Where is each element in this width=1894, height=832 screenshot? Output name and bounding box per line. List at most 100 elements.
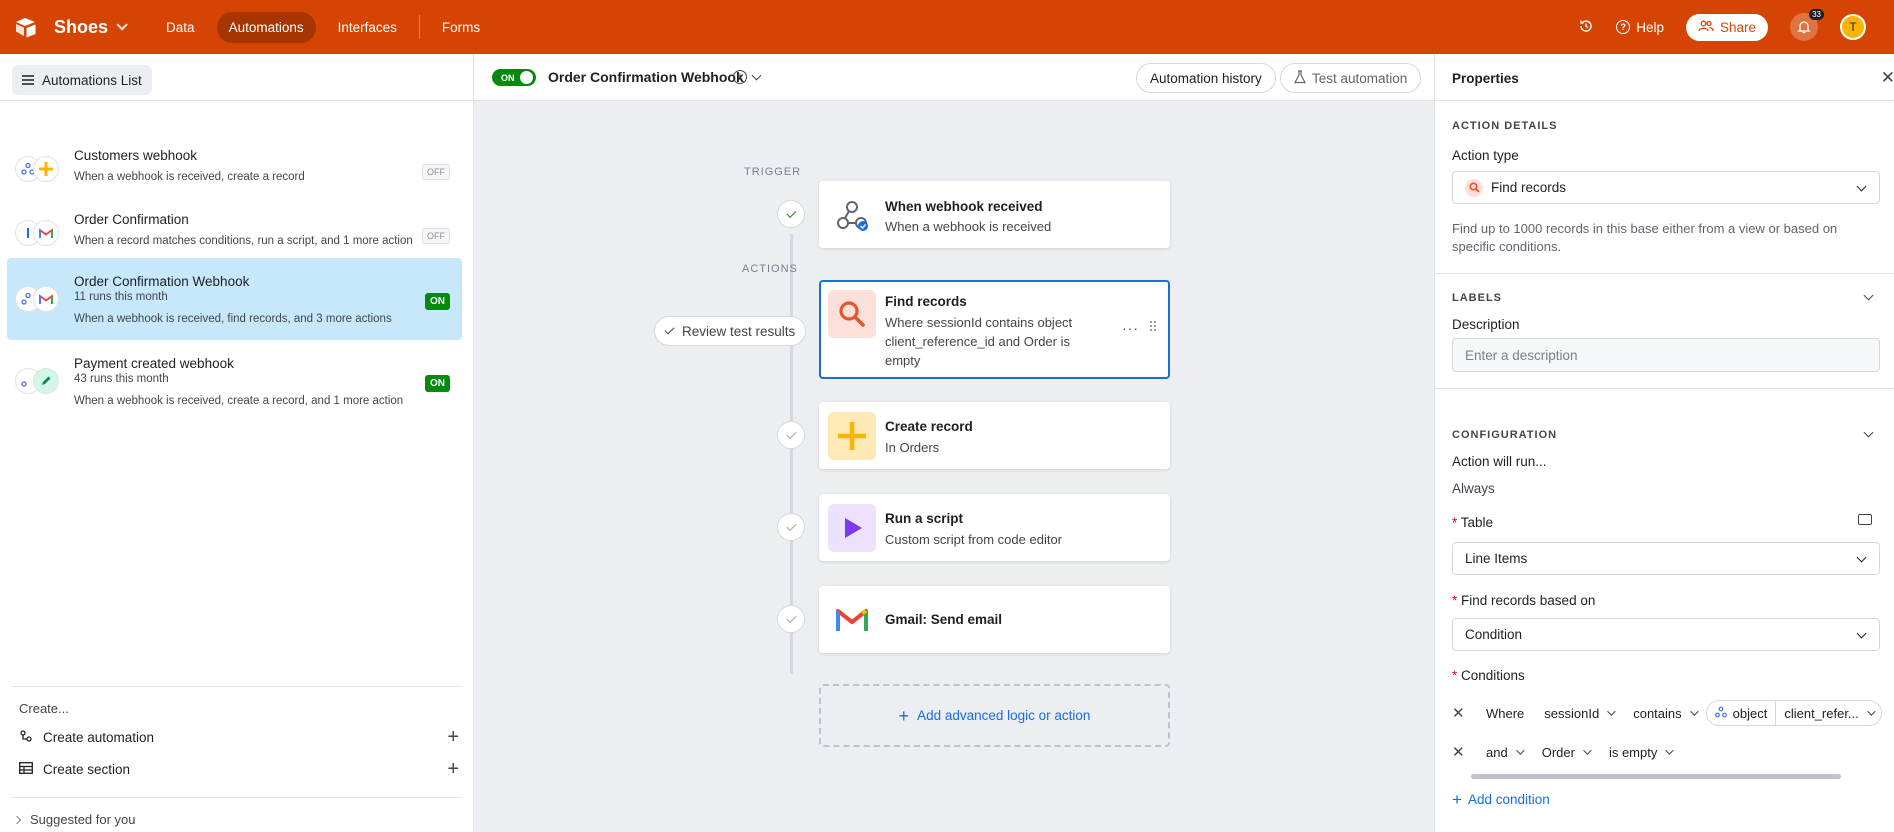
automation-item-description: When a webhook is received, find records… [74, 313, 392, 325]
plus-icon[interactable]: + [447, 759, 459, 779]
nav-tab-data[interactable]: Data [154, 12, 207, 43]
review-test-results-button[interactable]: Review test results [654, 316, 807, 346]
automation-item-order-confirmation-webhook[interactable]: Order Confirmation Webhook 11 runs this … [7, 258, 462, 340]
condition-operator-select[interactable]: is empty [1599, 739, 1681, 765]
toggle-knob [520, 71, 533, 84]
horizontal-scrollbar[interactable] [1471, 774, 1841, 779]
create-label: Create... [19, 701, 69, 716]
trigger-step-card[interactable]: When webhook received When a webhook is … [819, 181, 1170, 248]
add-advanced-logic-button[interactable]: + Add advanced logic or action [819, 684, 1170, 747]
step-title: Run a script [885, 511, 964, 526]
gmail-icon [828, 596, 876, 644]
properties-header: Properties ✕ [1435, 54, 1894, 101]
object-label: object [1732, 705, 1768, 721]
remove-condition-icon[interactable]: ✕ [1452, 704, 1476, 722]
condition-field-select[interactable]: Order [1532, 739, 1599, 765]
automation-menu-chevron-icon[interactable] [751, 70, 762, 81]
action-will-run-label: Action will run... [1452, 454, 1547, 469]
automation-on-toggle[interactable]: ON [492, 69, 536, 86]
table-icon [19, 761, 33, 777]
plus-icon[interactable]: + [447, 727, 459, 747]
test-automation-label: Test automation [1312, 70, 1408, 86]
action-will-run-value[interactable]: Always [1452, 481, 1495, 496]
gmail-send-email-step-card[interactable]: Gmail: Send email [819, 586, 1170, 653]
action-type-label: Action type [1452, 148, 1519, 163]
automation-item-title: Order Confirmation [74, 212, 189, 227]
create-section-button[interactable]: Create section + [19, 757, 459, 781]
plus-icon: + [898, 705, 910, 726]
action-type-select[interactable]: Find records [1452, 171, 1880, 204]
field-name: Order [1541, 744, 1575, 760]
top-navigation-bar: Shoes Data Automations Interfaces Forms … [0, 0, 1894, 54]
chevron-down-icon [1689, 707, 1699, 716]
automations-list-button[interactable]: Automations List [12, 65, 152, 95]
nav-tab-automations[interactable]: Automations [216, 11, 316, 43]
automation-item-title: Payment created webhook [74, 356, 234, 371]
field-name: sessionId [1544, 705, 1600, 721]
add-condition-button[interactable]: + Add condition [1452, 791, 1550, 808]
base-name[interactable]: Shoes [54, 17, 108, 38]
conditions-label: * Conditions [1452, 668, 1525, 683]
create-automation-button[interactable]: Create automation + [19, 725, 459, 749]
table-label-text: Table [1460, 515, 1494, 530]
chevron-down-icon [1856, 628, 1867, 639]
find-records-step-card[interactable]: Find records Where sessionId contains ob… [819, 280, 1170, 379]
plus-icon: + [1452, 790, 1462, 809]
airtable-logo-icon[interactable] [14, 15, 38, 39]
find-records-based-on-label: * Find records based on [1452, 593, 1595, 608]
base-menu-chevron-icon[interactable] [116, 19, 128, 31]
automation-item-description: When a webhook is received, create a rec… [74, 171, 305, 183]
nav-tab-forms[interactable]: Forms [430, 12, 492, 43]
share-button[interactable]: Share [1685, 13, 1768, 41]
add-logic-label: Add advanced logic or action [917, 708, 1091, 723]
configuration-heading: CONFIGURATION [1452, 429, 1558, 441]
description-input[interactable]: Enter a description [1452, 338, 1880, 372]
condition-operator-select[interactable]: contains [1623, 700, 1705, 726]
automation-item-payment-created-webhook[interactable]: Payment created webhook 43 runs this mon… [7, 340, 462, 422]
nav-tab-interfaces[interactable]: Interfaces [326, 12, 409, 43]
chevron-right-icon [12, 815, 22, 824]
flask-icon [1294, 69, 1306, 87]
action-type-value: Find records [1491, 180, 1567, 195]
automation-name[interactable]: Order Confirmation Webhook [548, 69, 744, 85]
step-subtitle: Where sessionId contains object client_r… [885, 315, 1073, 368]
divider [12, 797, 462, 798]
conjunction-select[interactable]: and [1476, 739, 1532, 765]
search-icon [1465, 178, 1483, 197]
run-script-step-card[interactable]: Run a script Custom script from code edi… [819, 494, 1170, 561]
create-record-step-card[interactable]: Create record In Orders [819, 402, 1170, 469]
automation-item-runs: 43 runs this month [74, 373, 169, 385]
suggested-for-you-toggle[interactable]: Suggested for you [12, 812, 136, 827]
divider [1435, 273, 1894, 274]
close-icon[interactable]: ✕ [1881, 68, 1894, 88]
action-help-text: Find up to 1000 records in this base eit… [1452, 221, 1838, 254]
step-status-check-icon [777, 605, 805, 633]
condition-row-2: ✕ and Order is empty [1452, 739, 1681, 765]
remove-condition-icon[interactable]: ✕ [1452, 743, 1476, 761]
notifications-bell-icon[interactable]: 33 [1790, 9, 1824, 41]
condition-field-select[interactable]: sessionId [1534, 700, 1623, 726]
divider [12, 686, 462, 687]
more-options-icon[interactable]: ··· [1122, 320, 1139, 336]
collapse-chevron-icon[interactable] [1863, 290, 1874, 301]
collapse-chevron-icon[interactable] [1863, 427, 1874, 438]
automation-item-icons [15, 368, 65, 394]
test-automation-button[interactable]: Test automation [1280, 63, 1422, 93]
topbar-actions: ? Help Share 33 T [1578, 0, 1866, 54]
automation-history-button[interactable]: Automation history [1136, 63, 1276, 93]
condition-value-token[interactable]: object client_refer... [1705, 700, 1882, 726]
conjunction-label: and [1486, 744, 1508, 760]
drag-handle-icon[interactable] [1149, 320, 1157, 332]
value-label: client_refer... [1784, 705, 1859, 721]
divider [0, 100, 474, 101]
help-button[interactable]: ? Help [1616, 20, 1664, 35]
history-icon[interactable] [1578, 18, 1594, 37]
find-records-based-on-select[interactable]: Condition [1452, 618, 1880, 651]
table-select[interactable]: Line Items [1452, 542, 1880, 575]
hamburger-icon [22, 73, 34, 88]
info-icon[interactable]: i [733, 70, 747, 84]
divider [1435, 388, 1894, 389]
webhook-icon [828, 191, 876, 239]
expand-panel-icon[interactable] [1858, 514, 1872, 525]
user-avatar[interactable]: T [1840, 14, 1866, 40]
